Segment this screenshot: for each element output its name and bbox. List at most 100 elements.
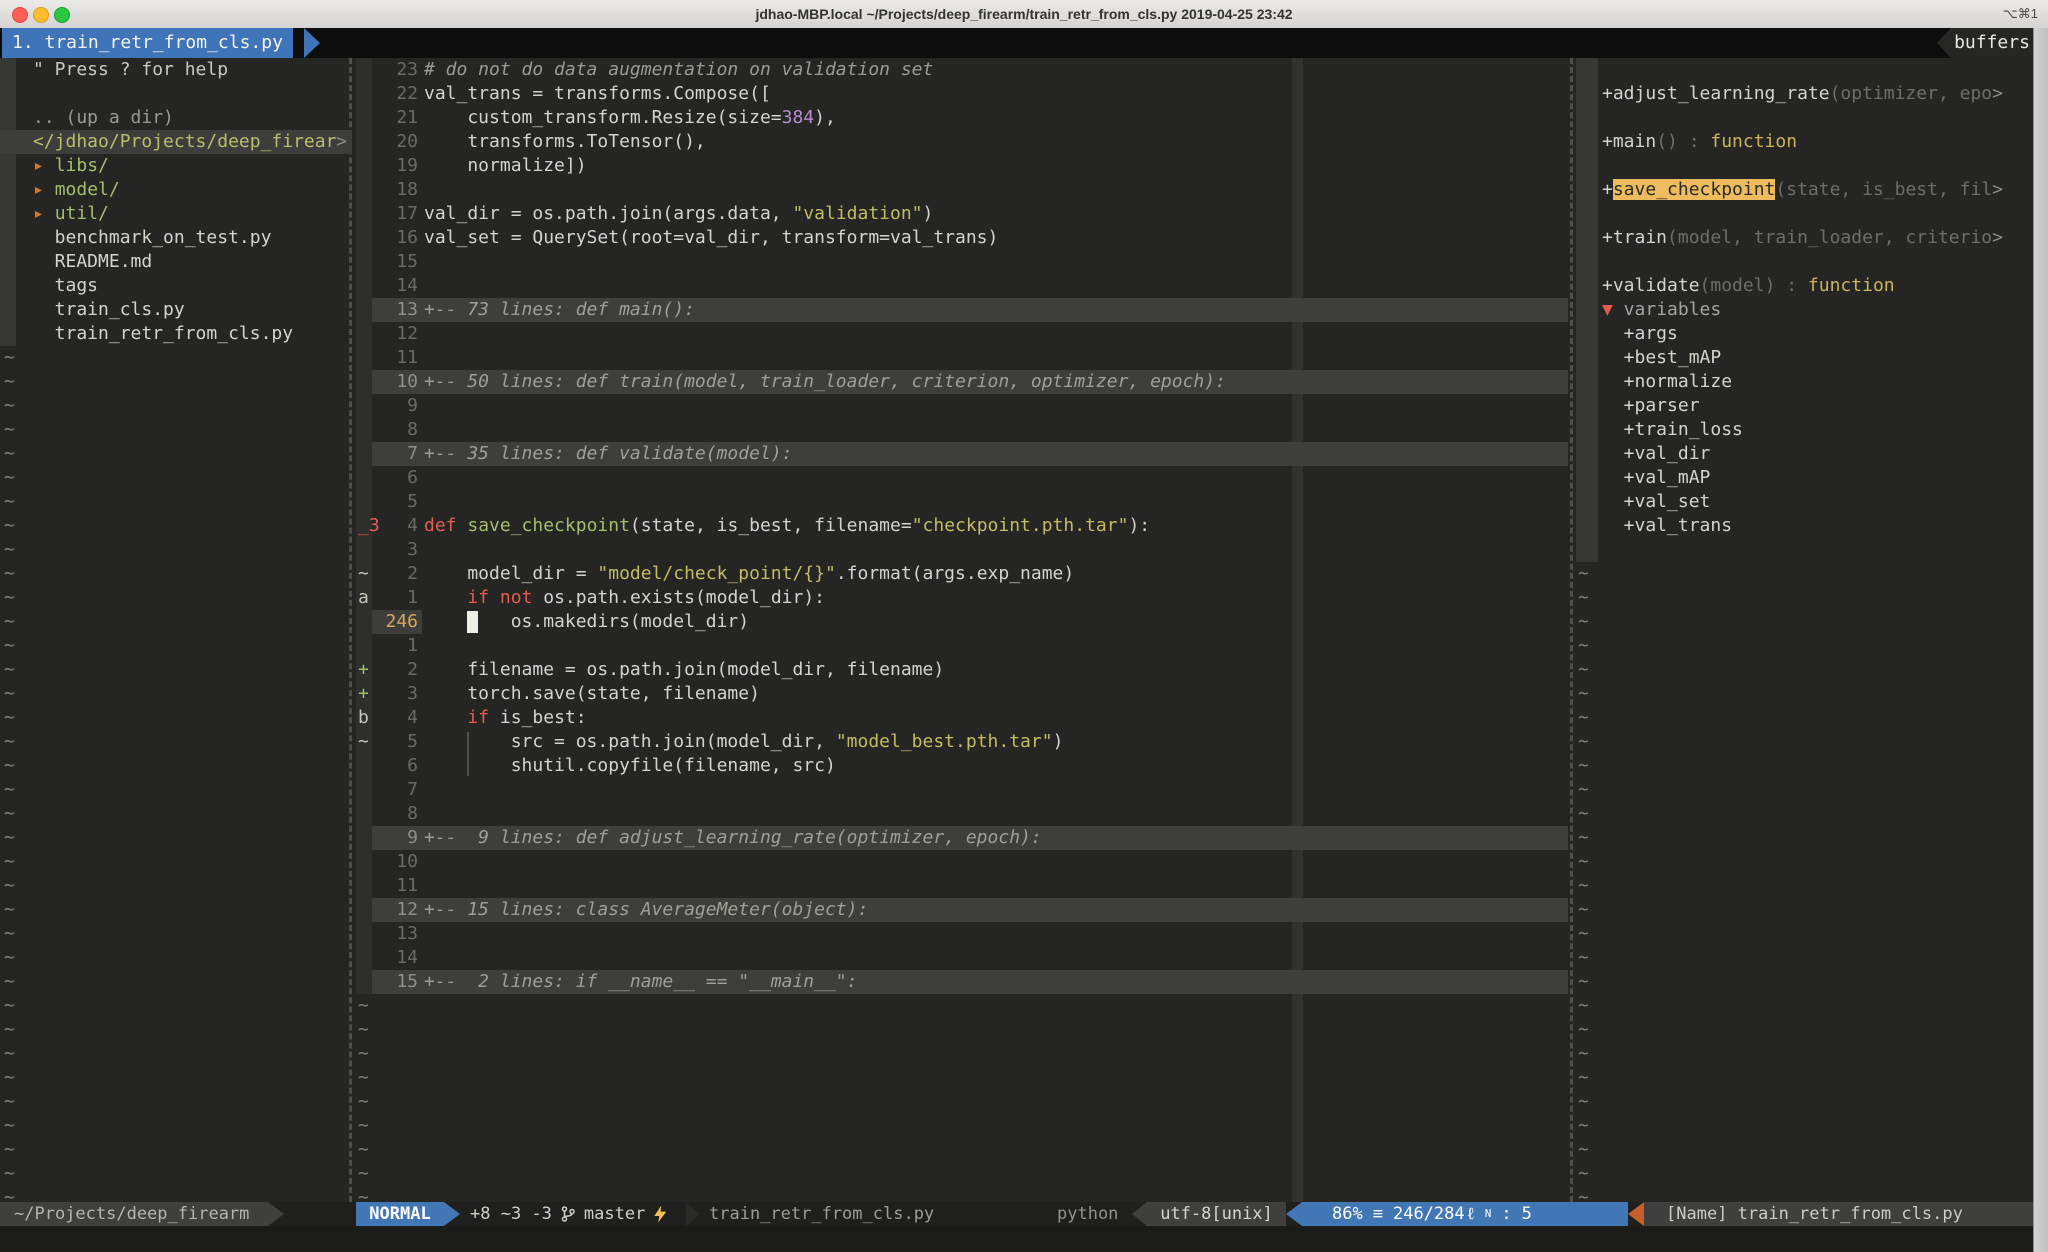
tilde-marker: ~ <box>1578 755 1589 776</box>
tagbar-item[interactable]: +val_trans <box>1602 514 1732 538</box>
tagbar-item[interactable]: +validate(model) : function <box>1602 274 1895 298</box>
nerdtree-item[interactable]: README.md <box>33 250 152 274</box>
tagbar-item[interactable]: +val_mAP <box>1602 466 1710 490</box>
empty-line-tilde: ~ <box>4 970 15 994</box>
code-line[interactable]: if is_best: <box>424 706 587 730</box>
code-line[interactable]: torch.save(state, filename) <box>424 682 760 706</box>
tilde-marker: ~ <box>4 971 15 992</box>
line-number: 14 <box>372 274 424 298</box>
buffers-label[interactable]: buffers <box>1951 28 2033 58</box>
tagbar-item[interactable]: +args <box>1602 322 1678 346</box>
tilde-marker: ~ <box>4 899 15 920</box>
code-line[interactable]: def save_checkpoint(state, is_best, file… <box>424 514 1150 538</box>
terminal-scrollbar[interactable] <box>2033 28 2048 1252</box>
code-line[interactable]: custom_transform.Resize(size=384), <box>424 106 836 130</box>
tagbar-item[interactable]: +main() : function <box>1602 130 1797 154</box>
tagbar-item[interactable]: +val_dir <box>1602 442 1710 466</box>
tilde-marker: ~ <box>358 1091 369 1112</box>
line-number: 2 <box>372 658 424 682</box>
code-line[interactable]: val_trans = transforms.Compose([ <box>424 82 771 106</box>
tagbar-token: +normalize <box>1602 371 1732 392</box>
empty-line-tilde: ~ <box>4 850 15 874</box>
tilde-marker: ~ <box>4 563 15 584</box>
code-line[interactable]: val_dir = os.path.join(args.data, "valid… <box>424 202 933 226</box>
code-line[interactable]: filename = os.path.join(model_dir, filen… <box>424 658 944 682</box>
line-number: 4 <box>372 706 424 730</box>
tagbar-item[interactable]: +save_checkpoint(state, is_best, fil> <box>1602 178 2003 202</box>
nerdtree-item[interactable]: train_retr_from_cls.py <box>33 322 293 346</box>
tagbar-token: +adjust_learning_rate <box>1602 83 1830 104</box>
tilde-marker: ~ <box>358 1043 369 1064</box>
color-column <box>1292 58 1303 1202</box>
empty-line-tilde: ~ <box>4 346 15 370</box>
empty-line-tilde: ~ <box>1578 826 1589 850</box>
tagbar-item[interactable]: +train_loss <box>1602 418 1743 442</box>
nerdtree-item[interactable]: ▸ util/ <box>33 202 109 226</box>
fold-text[interactable]: +-- 35 lines: def validate(model): <box>424 442 792 466</box>
powerline-separator <box>444 1202 460 1226</box>
code-line[interactable]: if not os.path.exists(model_dir): <box>424 586 825 610</box>
fold-text[interactable]: +-- 73 lines: def main(): <box>424 298 695 322</box>
nerdtree-help-text: " Press ? for help <box>33 59 228 80</box>
nerdtree-item[interactable]: tags <box>33 274 98 298</box>
code-token: "validation" <box>792 203 922 224</box>
line-number: 21 <box>372 106 424 130</box>
tilde-marker: ~ <box>358 1115 369 1136</box>
code-line[interactable]: src = os.path.join(model_dir, "model_bes… <box>424 730 1063 754</box>
tagbar-item[interactable]: +normalize <box>1602 370 1732 394</box>
fold-text[interactable]: +-- 2 lines: if __name__ == "__main__": <box>424 970 857 994</box>
tilde-marker: ~ <box>1578 803 1589 824</box>
tagbar-item[interactable]: +best_mAP <box>1602 346 1721 370</box>
fold-label: +-- 15 lines: class AverageMeter(object)… <box>424 899 868 920</box>
tilde-marker: ~ <box>4 1115 15 1136</box>
nerdtree-item[interactable]: ▸ model/ <box>33 178 120 202</box>
fold-text[interactable]: +-- 50 lines: def train(model, train_loa… <box>424 370 1226 394</box>
code-line[interactable]: model_dir = "model/check_point/{}".forma… <box>424 562 1074 586</box>
code-token: torch.save(state, filename) <box>424 683 760 704</box>
fold-text[interactable]: +-- 15 lines: class AverageMeter(object)… <box>424 898 868 922</box>
tab-current-buffer[interactable]: 1. train_retr_from_cls.py <box>2 28 293 58</box>
empty-line-tilde: ~ <box>4 370 15 394</box>
nerdtree-root-path[interactable]: </jdhao/Projects/deep_firear <box>33 130 336 154</box>
tagbar-token: function <box>1808 275 1895 296</box>
tagbar-item[interactable]: ▼ variables <box>1602 298 1721 322</box>
lightning-icon <box>654 1206 666 1223</box>
nerdtree-item[interactable]: ▸ libs/ <box>33 154 109 178</box>
code-line[interactable]: shutil.copyfile(filename, src) <box>424 754 836 778</box>
tagbar-item[interactable]: +parser <box>1602 394 1700 418</box>
line-number: 8 <box>372 802 424 826</box>
gutter-sign: + <box>358 682 369 706</box>
tagbar-token: +validate <box>1602 275 1700 296</box>
code-line[interactable]: val_set = QuerySet(root=val_dir, transfo… <box>424 226 998 250</box>
extends-icon: > <box>336 131 347 152</box>
code-line[interactable]: normalize]) <box>424 154 587 178</box>
empty-line-tilde: ~ <box>358 1138 369 1162</box>
nerdtree-updir: .. (up a dir) <box>33 107 174 128</box>
tagbar-token: save_checkpoint <box>1613 179 1776 200</box>
line-number: 3 <box>372 682 424 706</box>
empty-line-tilde: ~ <box>358 1042 369 1066</box>
tilde-marker: ~ <box>1578 875 1589 896</box>
nerdtree-item[interactable]: train_cls.py <box>33 298 185 322</box>
fold-text[interactable]: +-- 9 lines: def adjust_learning_rate(op… <box>424 826 1042 850</box>
tagbar-item[interactable]: +train(model, train_loader, criterio> <box>1602 226 2003 250</box>
tagbar-item[interactable]: +val_set <box>1602 490 1710 514</box>
line-number: 8 <box>372 418 424 442</box>
tagbar-item[interactable]: +adjust_learning_rate(optimizer, epo> <box>1602 82 2003 106</box>
nerdtree-item[interactable]: benchmark_on_test.py <box>33 226 271 250</box>
line-of-total: 246/284 <box>1393 1202 1465 1226</box>
code-line[interactable]: # do not do data augmentation on validat… <box>424 58 933 82</box>
empty-line-tilde: ~ <box>4 586 15 610</box>
tagbar-token: +train <box>1602 227 1667 248</box>
empty-line-tilde: ~ <box>358 994 369 1018</box>
statusline-mode: NORMAL <box>356 1202 444 1226</box>
code-token: ) <box>1053 731 1064 752</box>
collapse-arrow-icon: ▼ <box>1602 299 1613 320</box>
gutter-sign: ~ <box>358 730 369 754</box>
code-line[interactable]: transforms.ToTensor(), <box>424 130 706 154</box>
tilde-marker: ~ <box>1578 851 1589 872</box>
tilde-marker: ~ <box>4 851 15 872</box>
line-number: 10 <box>372 370 424 394</box>
code-token: "checkpoint.pth.tar" <box>912 515 1129 536</box>
line-number: 15 <box>372 970 424 994</box>
